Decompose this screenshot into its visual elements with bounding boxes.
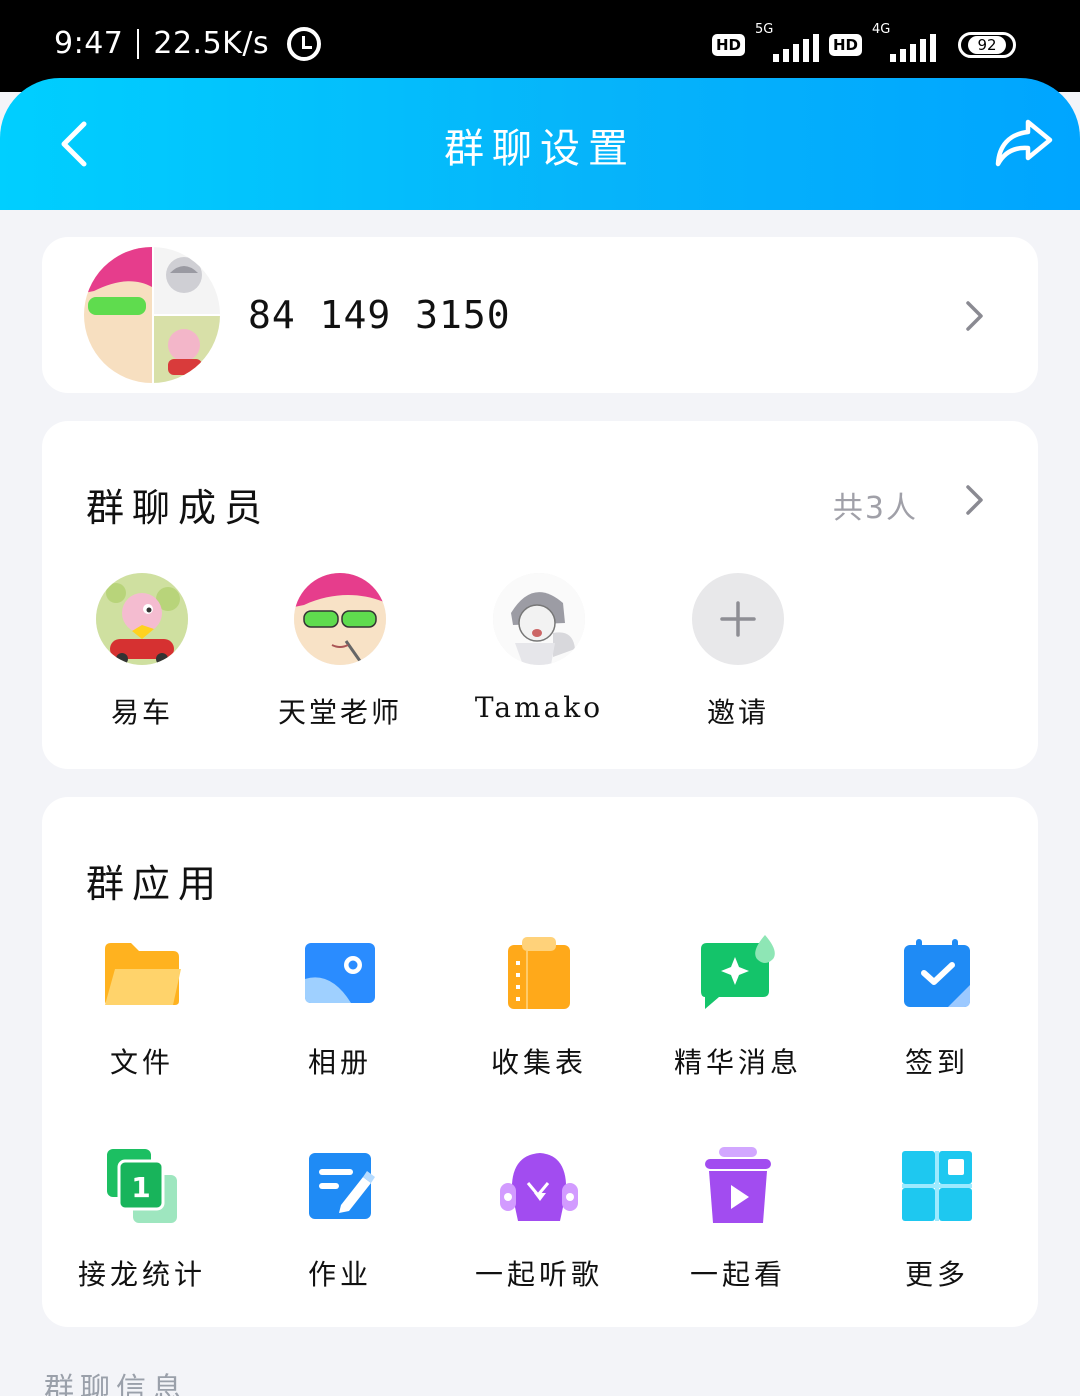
status-net-speed: 22.5K/s	[153, 26, 270, 61]
listen-together-icon	[500, 1153, 578, 1221]
svg-text:1: 1	[131, 1171, 150, 1204]
invite-label: 邀请	[706, 696, 769, 729]
invite-button[interactable]: 邀请	[638, 573, 838, 731]
group-profile-card[interactable]: 84 149 3150	[42, 237, 1038, 393]
app-essence-messages[interactable]: 精华消息	[638, 935, 838, 1081]
alarm-icon	[287, 26, 322, 61]
group-id: 84 149 3150	[248, 293, 511, 337]
app-label: 收集表	[490, 1046, 587, 1079]
member-avatar	[96, 573, 188, 665]
group-info-title: 群聊信息	[44, 1372, 188, 1396]
app-files[interactable]: 文件	[42, 935, 242, 1081]
calendar-check-icon	[904, 939, 970, 1007]
member-item[interactable]: 天堂老师	[240, 573, 440, 731]
share-button[interactable]	[994, 116, 1054, 170]
chevron-right-icon[interactable]	[964, 483, 986, 517]
members-title: 群聊成员	[86, 486, 271, 530]
member-name: 天堂老师	[277, 696, 402, 729]
battery-icon: 92	[958, 32, 1016, 58]
member-avatar	[294, 573, 386, 665]
watch-together-icon	[705, 1147, 771, 1223]
status-divider	[137, 28, 140, 59]
invite-avatar	[692, 573, 784, 665]
app-more[interactable]: 更多	[837, 1147, 1037, 1293]
app-header: 群聊设置	[0, 78, 1080, 210]
app-label: 文件	[109, 1046, 174, 1079]
members-card: 群聊成员 共3人 易车 天堂老师 Tamako 邀请	[42, 421, 1038, 769]
app-label: 作业	[307, 1258, 372, 1291]
app-homework[interactable]: 作业	[240, 1147, 440, 1293]
chevron-right-icon	[966, 301, 983, 331]
clipboard-icon	[508, 937, 570, 1009]
app-listen-together[interactable]: 一起听歌	[439, 1147, 639, 1293]
hd-badge: HD	[711, 34, 745, 56]
app-check-in[interactable]: 签到	[837, 935, 1037, 1081]
signal-4g-icon: 4G	[872, 22, 936, 62]
plus-icon	[720, 601, 756, 637]
app-collection-form[interactable]: 收集表	[439, 935, 639, 1081]
relay-count-icon: 1	[107, 1149, 177, 1223]
group-apps-card: 群应用 文件 相册 收集表 精华消息 签到 1 接龙统计 作业 一起听歌 一起看…	[42, 797, 1038, 1327]
album-icon	[305, 943, 375, 1003]
app-label: 更多	[904, 1258, 969, 1291]
hd-badge: HD	[828, 34, 862, 56]
app-label: 接龙统计	[77, 1258, 206, 1291]
share-icon	[995, 119, 1053, 167]
member-count[interactable]: 共3人	[833, 483, 918, 527]
member-item[interactable]: Tamako	[439, 573, 639, 724]
more-grid-icon	[902, 1151, 972, 1221]
status-time: 9:47	[54, 26, 124, 61]
app-watch-together[interactable]: 一起看	[638, 1147, 838, 1293]
essence-message-icon	[701, 935, 775, 1009]
app-label: 精华消息	[673, 1046, 802, 1079]
app-label: 相册	[307, 1046, 372, 1079]
member-name: 易车	[110, 696, 173, 729]
apps-title: 群应用	[86, 862, 225, 906]
app-label: 签到	[904, 1046, 969, 1079]
folder-icon	[105, 943, 181, 1005]
page-title: 群聊设置	[444, 126, 636, 172]
app-label: 一起听歌	[474, 1258, 603, 1291]
app-relay-stats[interactable]: 1 接龙统计	[42, 1147, 242, 1293]
member-avatar	[493, 573, 585, 665]
signal-5g-icon: 5G	[755, 22, 819, 62]
member-item[interactable]: 易车	[42, 573, 242, 731]
homework-icon	[309, 1153, 375, 1219]
member-name: Tamako	[474, 691, 604, 724]
app-album[interactable]: 相册	[240, 935, 440, 1081]
group-avatar	[84, 247, 220, 383]
app-label: 一起看	[689, 1258, 786, 1291]
battery-level: 92	[968, 36, 1006, 54]
